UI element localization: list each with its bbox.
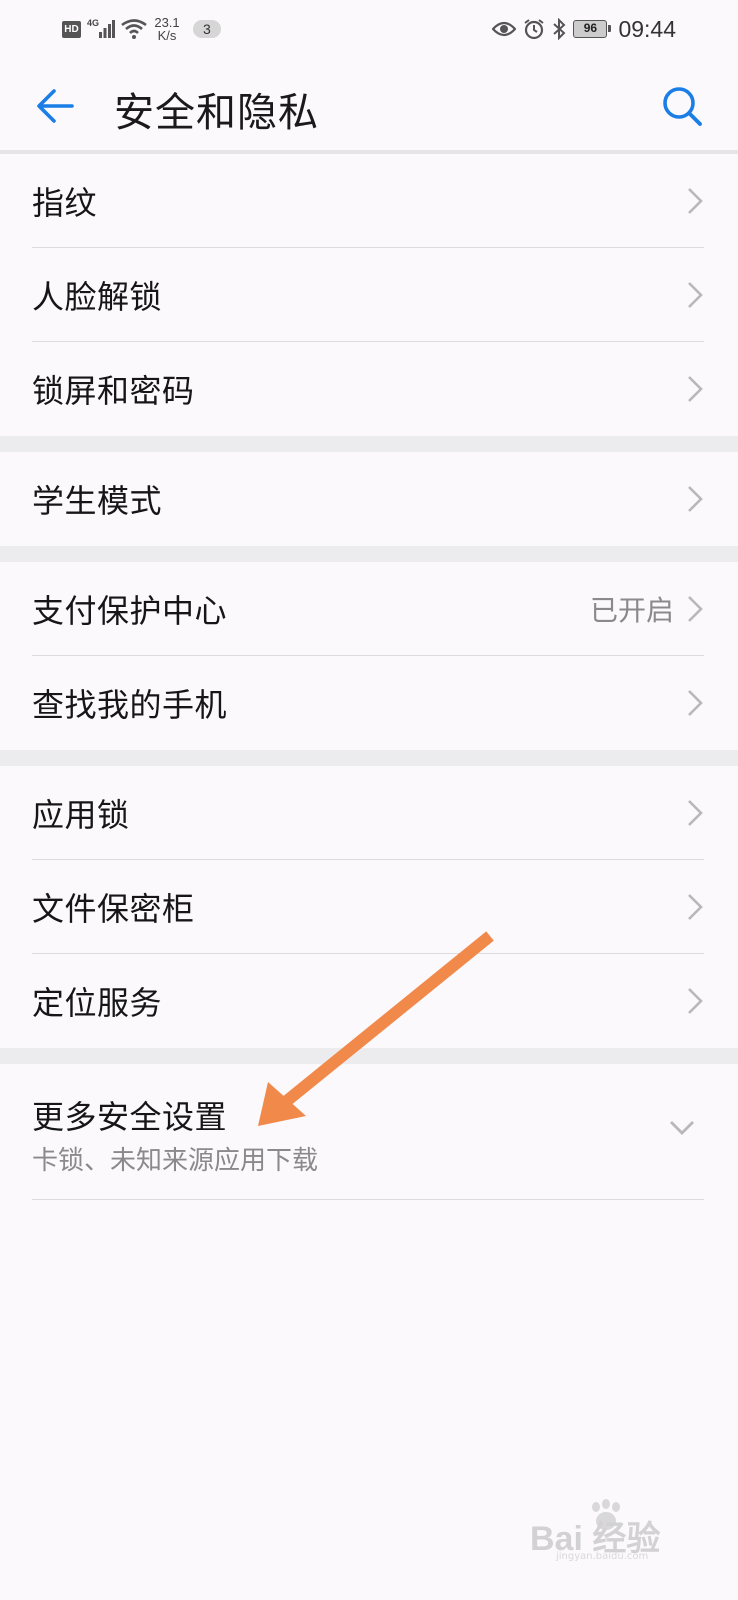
- settings-item-more-security[interactable]: 更多安全设置 卡锁、未知来源应用下载: [0, 1064, 738, 1200]
- group-gap: [0, 750, 738, 766]
- row-divider: [32, 1199, 704, 1200]
- settings-item-label: 更多安全设置: [32, 1098, 228, 1136]
- settings-item-find-my-phone[interactable]: 查找我的手机: [0, 656, 738, 750]
- eye-comfort-icon: [492, 21, 517, 37]
- clock: 09:44: [618, 15, 676, 42]
- settings-item-label: 锁屏和密码: [32, 372, 195, 410]
- back-arrow-icon[interactable]: [34, 84, 78, 128]
- chevron-right-icon: [688, 800, 703, 826]
- group-gap: [0, 546, 738, 562]
- page-title: 安全和隐私: [114, 90, 319, 136]
- settings-item-lock-screen[interactable]: 锁屏和密码: [0, 342, 738, 436]
- settings-group-payment: 支付保护中心 已开启 查找我的手机: [0, 562, 738, 750]
- settings-item-label: 人脸解锁: [32, 278, 163, 316]
- settings-item-fingerprint[interactable]: 指纹: [0, 154, 738, 248]
- settings-group-biometrics: 指纹 人脸解锁 锁屏和密码: [0, 154, 738, 436]
- chevron-right-icon: [688, 188, 703, 214]
- group-gap: [0, 436, 738, 452]
- network-speed: 23.1 K/s: [153, 16, 181, 42]
- group-gap: [0, 1048, 738, 1064]
- network-type-label: 4G: [87, 18, 100, 28]
- settings-item-label: 查找我的手机: [32, 686, 228, 724]
- notification-count-badge: 3: [193, 20, 221, 38]
- settings-item-student-mode[interactable]: 学生模式: [0, 452, 738, 546]
- settings-item-label: 应用锁: [32, 796, 130, 834]
- chevron-right-icon: [688, 376, 703, 402]
- cellular-signal-icon: 4G: [87, 18, 115, 40]
- settings-group-student: 学生模式: [0, 452, 738, 546]
- battery-indicator: 96: [573, 20, 612, 38]
- chevron-right-icon: [688, 894, 703, 920]
- status-bar-right: 96 09:44: [492, 12, 676, 46]
- settings-group-apps: 应用锁 文件保密柜 定位服务: [0, 766, 738, 1048]
- settings-item-file-safe[interactable]: 文件保密柜: [0, 860, 738, 954]
- settings-item-app-lock[interactable]: 应用锁: [0, 766, 738, 860]
- settings-item-subtitle: 卡锁、未知来源应用下载: [32, 1146, 319, 1176]
- wifi-icon: [121, 19, 147, 39]
- settings-item-payment-protection[interactable]: 支付保护中心 已开启: [0, 562, 738, 656]
- app-bar: 安全和隐私: [0, 58, 738, 152]
- chevron-down-icon: [670, 1121, 694, 1135]
- chevron-right-icon: [688, 690, 703, 716]
- settings-item-label: 支付保护中心: [32, 592, 228, 630]
- status-bar-left: HD 4G 23.1 K/s 3: [62, 14, 221, 44]
- settings-item-face-unlock[interactable]: 人脸解锁: [0, 248, 738, 342]
- status-bar: HD 4G 23.1 K/s 3 96 09:44: [0, 0, 738, 58]
- chevron-right-icon: [688, 486, 703, 512]
- network-speed-unit: K/s: [157, 28, 177, 43]
- bluetooth-icon: [553, 18, 566, 40]
- settings-item-label: 定位服务: [32, 984, 163, 1022]
- settings-item-label: 学生模式: [32, 482, 163, 520]
- search-icon[interactable]: [660, 84, 704, 128]
- settings-item-location-services[interactable]: 定位服务: [0, 954, 738, 1048]
- settings-item-label: 文件保密柜: [32, 890, 195, 928]
- watermark-url: jingyan.baidu.com: [556, 1551, 649, 1562]
- settings-item-label: 指纹: [32, 184, 98, 222]
- chevron-right-icon: [688, 282, 703, 308]
- hd-icon: HD: [62, 20, 81, 38]
- status-text: 已开启: [589, 594, 674, 627]
- baidu-watermark-logo: Bai 经验 jingyan.baidu.com: [530, 1499, 700, 1565]
- settings-group-more: 更多安全设置 卡锁、未知来源应用下载: [0, 1064, 738, 1200]
- chevron-right-icon: [688, 988, 703, 1014]
- alarm-icon: [524, 19, 545, 40]
- settings-list: 指纹 人脸解锁 锁屏和密码 学生模式 支付保护中心 已开启 查找我的手机 应用锁…: [0, 154, 738, 1200]
- chevron-right-icon: [688, 596, 703, 622]
